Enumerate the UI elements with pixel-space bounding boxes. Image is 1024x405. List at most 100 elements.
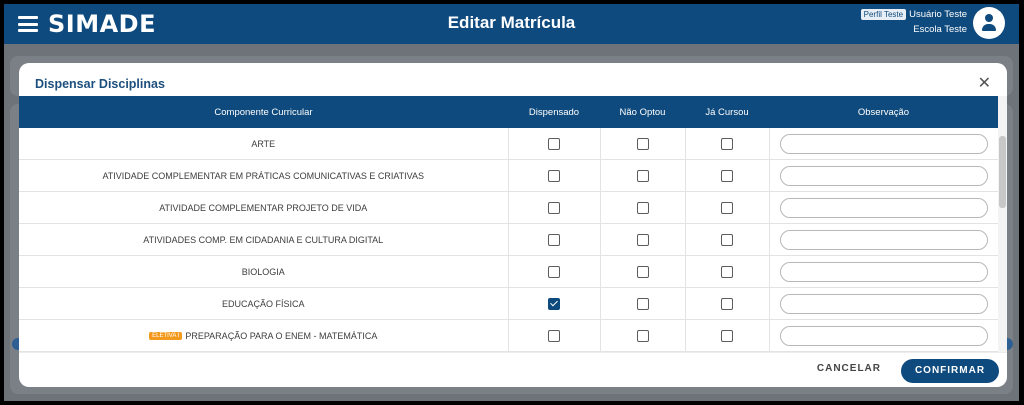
- already-taken-checkbox[interactable]: [721, 201, 733, 214]
- close-icon[interactable]: ✕: [978, 73, 991, 92]
- already-taken-checkbox[interactable]: [721, 265, 733, 278]
- table-row: ELETIVA I PREPARAÇÃO PARA O ENEM - MATEMÁ…: [19, 319, 998, 352]
- dispensed-checkbox[interactable]: [548, 137, 560, 150]
- note-cell: [768, 287, 998, 320]
- cancel-button[interactable]: CANCELAR: [817, 363, 881, 374]
- note-input[interactable]: [779, 261, 988, 282]
- already-taken-checkbox[interactable]: [721, 233, 733, 246]
- component-name: EDUCAÇÃO FÍSICA: [221, 298, 305, 309]
- disciplines-table: Componente Curricular Dispensado Não Opt…: [19, 96, 998, 352]
- note-input[interactable]: [779, 133, 988, 154]
- component-name: BIOLOGIA: [241, 266, 285, 277]
- already-taken-checkbox-cell: [684, 287, 769, 320]
- already-taken-checkbox-cell: [684, 159, 769, 192]
- not-opted-checkbox[interactable]: [636, 265, 649, 278]
- already-taken-checkbox[interactable]: [721, 329, 733, 342]
- dispensed-checkbox-cell: [507, 319, 600, 352]
- table-row: EDUCAÇÃO FÍSICA: [19, 287, 998, 320]
- dispensed-checkbox-cell: [507, 128, 600, 160]
- not-opted-checkbox[interactable]: [636, 297, 649, 310]
- user-name: Usuário Teste: [909, 9, 967, 20]
- not-opted-checkbox-cell: [599, 159, 685, 192]
- note-input[interactable]: [779, 325, 988, 346]
- note-input[interactable]: [779, 197, 988, 218]
- note-cell: [768, 223, 998, 256]
- column-header-note: Observação: [769, 96, 998, 128]
- already-taken-checkbox-cell: [684, 319, 769, 352]
- column-header-already-taken: Já Cursou: [685, 96, 769, 128]
- already-taken-checkbox-cell: [684, 191, 769, 224]
- already-taken-checkbox-cell: [684, 255, 769, 288]
- confirm-button[interactable]: CONFIRMAR: [901, 359, 999, 383]
- not-opted-checkbox[interactable]: [636, 137, 649, 150]
- not-opted-checkbox-cell: [599, 128, 685, 160]
- table-row: BIOLOGIA: [19, 255, 998, 288]
- not-opted-checkbox-cell: [599, 287, 685, 320]
- dialog-title: Dispensar Disciplinas: [35, 77, 165, 91]
- dispensed-checkbox[interactable]: [548, 169, 560, 182]
- component-cell: ATIVIDADES COMP. EM CIDADANIA E CULTURA …: [19, 223, 508, 256]
- component-name: PREPARAÇÃO PARA O ENEM - MATEMÁTICA: [185, 330, 378, 341]
- component-name: ATIVIDADE COMPLEMENTAR PROJETO DE VIDA: [159, 202, 368, 213]
- column-header-dispensed: Dispensado: [508, 96, 600, 128]
- dispensed-checkbox[interactable]: [548, 233, 560, 246]
- dispensed-checkbox-cell: [507, 159, 600, 192]
- scrollbar-thumb[interactable]: [999, 136, 1006, 208]
- footer-divider: [19, 352, 1007, 353]
- dispensed-checkbox[interactable]: [548, 201, 560, 214]
- column-header-component: Componente Curricular: [19, 96, 508, 128]
- not-opted-checkbox[interactable]: [636, 233, 649, 246]
- dispensed-checkbox[interactable]: [548, 329, 560, 342]
- component-name: ATIVIDADE COMPLEMENTAR EM PRÁTICAS COMUN…: [102, 170, 425, 181]
- dispensed-checkbox[interactable]: [548, 265, 560, 278]
- table-scrollbar[interactable]: [998, 96, 1007, 352]
- dispensed-checkbox-cell: [507, 223, 600, 256]
- school-name: Escola Teste: [913, 24, 967, 35]
- already-taken-checkbox-cell: [684, 223, 769, 256]
- table-row: ATIVIDADE COMPLEMENTAR EM PRÁTICAS COMUN…: [19, 159, 998, 192]
- table-row: ARTE: [19, 128, 998, 160]
- component-cell: ARTE: [19, 128, 508, 160]
- note-cell: [768, 255, 998, 288]
- note-input[interactable]: [779, 229, 988, 250]
- not-opted-checkbox[interactable]: [636, 169, 649, 182]
- not-opted-checkbox-cell: [599, 255, 685, 288]
- already-taken-checkbox[interactable]: [721, 137, 733, 150]
- component-cell: BIOLOGIA: [19, 255, 508, 288]
- component-cell: EDUCAÇÃO FÍSICA: [19, 287, 508, 320]
- note-cell: [768, 319, 998, 352]
- note-input[interactable]: [779, 293, 988, 314]
- component-cell: ELETIVA I PREPARAÇÃO PARA O ENEM - MATEMÁ…: [19, 319, 508, 352]
- not-opted-checkbox-cell: [599, 191, 685, 224]
- already-taken-checkbox-cell: [684, 128, 769, 160]
- not-opted-checkbox-cell: [599, 223, 685, 256]
- component-cell: ATIVIDADE COMPLEMENTAR PROJETO DE VIDA: [19, 191, 508, 224]
- note-cell: [768, 191, 998, 224]
- not-opted-checkbox[interactable]: [636, 329, 649, 342]
- note-input[interactable]: [779, 165, 988, 186]
- dispense-disciplines-dialog: Dispensar Disciplinas ✕ Componente Curri…: [19, 63, 1007, 387]
- note-cell: [768, 159, 998, 192]
- elective-badge: ELETIVA I: [149, 332, 183, 341]
- column-header-not-opted: Não Optou: [600, 96, 685, 128]
- already-taken-checkbox[interactable]: [721, 297, 733, 310]
- table-row: ATIVIDADES COMP. EM CIDADANIA E CULTURA …: [19, 223, 998, 256]
- component-name: ATIVIDADES COMP. EM CIDADANIA E CULTURA …: [143, 234, 384, 245]
- table-row: ATIVIDADE COMPLEMENTAR PROJETO DE VIDA: [19, 191, 998, 224]
- dispensed-checkbox-cell: [507, 255, 600, 288]
- top-bar: SIMADE Editar Matrícula Perfil Teste Usuá…: [4, 4, 1019, 44]
- not-opted-checkbox[interactable]: [636, 201, 649, 214]
- user-info: Perfil Teste Usuário Teste Escola Teste: [860, 7, 967, 37]
- already-taken-checkbox[interactable]: [721, 169, 733, 182]
- dispensed-checkbox-cell: [507, 287, 600, 320]
- avatar-icon[interactable]: [973, 7, 1005, 39]
- profile-badge: Perfil Teste: [860, 9, 907, 20]
- note-cell: [768, 128, 998, 160]
- dispensed-checkbox[interactable]: [548, 297, 560, 310]
- table-header-row: Componente Curricular Dispensado Não Opt…: [19, 96, 998, 128]
- dispensed-checkbox-cell: [507, 191, 600, 224]
- disciplines-table-container[interactable]: Componente Curricular Dispensado Não Opt…: [19, 96, 998, 352]
- not-opted-checkbox-cell: [599, 319, 685, 352]
- app-window: SIMADE Editar Matrícula Perfil Teste Usuá…: [4, 4, 1019, 401]
- component-cell: ATIVIDADE COMPLEMENTAR EM PRÁTICAS COMUN…: [19, 159, 508, 192]
